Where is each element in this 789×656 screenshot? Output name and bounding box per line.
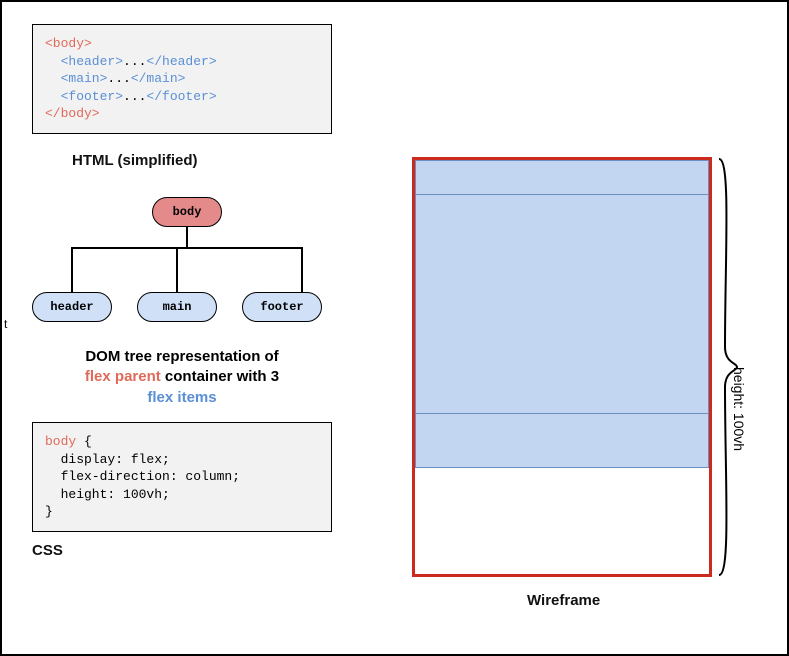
tree-connector <box>186 227 188 247</box>
code-brace: } <box>45 504 53 519</box>
caption-flex-items: flex items <box>147 389 216 406</box>
tree-connector <box>176 247 178 292</box>
wireframe-header-box <box>415 160 709 195</box>
diagram-canvas: <body> <header>...</header> <main>...</m… <box>0 0 789 656</box>
wireframe-footer-box <box>415 413 709 468</box>
caption-flex-parent: flex parent <box>85 368 161 385</box>
html-code-box: <body> <header>...</header> <main>...</m… <box>32 24 332 134</box>
tree-node-label: body <box>173 205 202 219</box>
wireframe-body-outline <box>412 157 712 577</box>
tree-node-label: header <box>50 300 93 314</box>
code-line: </header> <box>146 54 216 69</box>
tree-node-footer: footer <box>242 292 322 322</box>
brace-label: height: 100vh <box>731 367 747 451</box>
tree-caption: DOM tree representation of flex parent c… <box>42 347 322 408</box>
code-ellipsis: ... <box>107 71 130 86</box>
tree-connector <box>301 247 303 292</box>
code-line: <header> <box>45 54 123 69</box>
code-line: </footer> <box>146 89 216 104</box>
wireframe <box>412 157 712 577</box>
code-line: <footer> <box>45 89 123 104</box>
html-label: HTML (simplified) <box>72 152 198 169</box>
code-line: flex-direction: column; <box>45 469 240 484</box>
css-code-box: body { display: flex; flex-direction: co… <box>32 422 332 532</box>
code-line: <body> <box>45 36 92 51</box>
stray-text: t <box>4 317 7 331</box>
code-selector: body <box>45 434 76 449</box>
code-ellipsis: ... <box>123 89 146 104</box>
caption-line: container with 3 <box>161 368 279 385</box>
code-line: </main> <box>131 71 186 86</box>
tree-node-body: body <box>152 197 222 227</box>
code-line: height: 100vh; <box>45 487 170 502</box>
tree-connector <box>71 247 73 292</box>
code-line: </body> <box>45 106 100 121</box>
code-ellipsis: ... <box>123 54 146 69</box>
css-label: CSS <box>32 542 63 559</box>
code-line: display: flex; <box>45 452 170 467</box>
tree-node-label: main <box>163 300 192 314</box>
wireframe-main-box <box>415 194 709 414</box>
code-brace: { <box>76 434 92 449</box>
caption-line: DOM tree representation of <box>85 348 278 365</box>
tree-node-main: main <box>137 292 217 322</box>
tree-node-header: header <box>32 292 112 322</box>
dom-tree: body header main footer <box>32 197 322 357</box>
tree-connector <box>71 247 303 249</box>
code-line: <main> <box>45 71 107 86</box>
wireframe-empty-space <box>415 468 709 574</box>
wireframe-label: Wireframe <box>527 592 600 609</box>
tree-node-label: footer <box>260 300 303 314</box>
